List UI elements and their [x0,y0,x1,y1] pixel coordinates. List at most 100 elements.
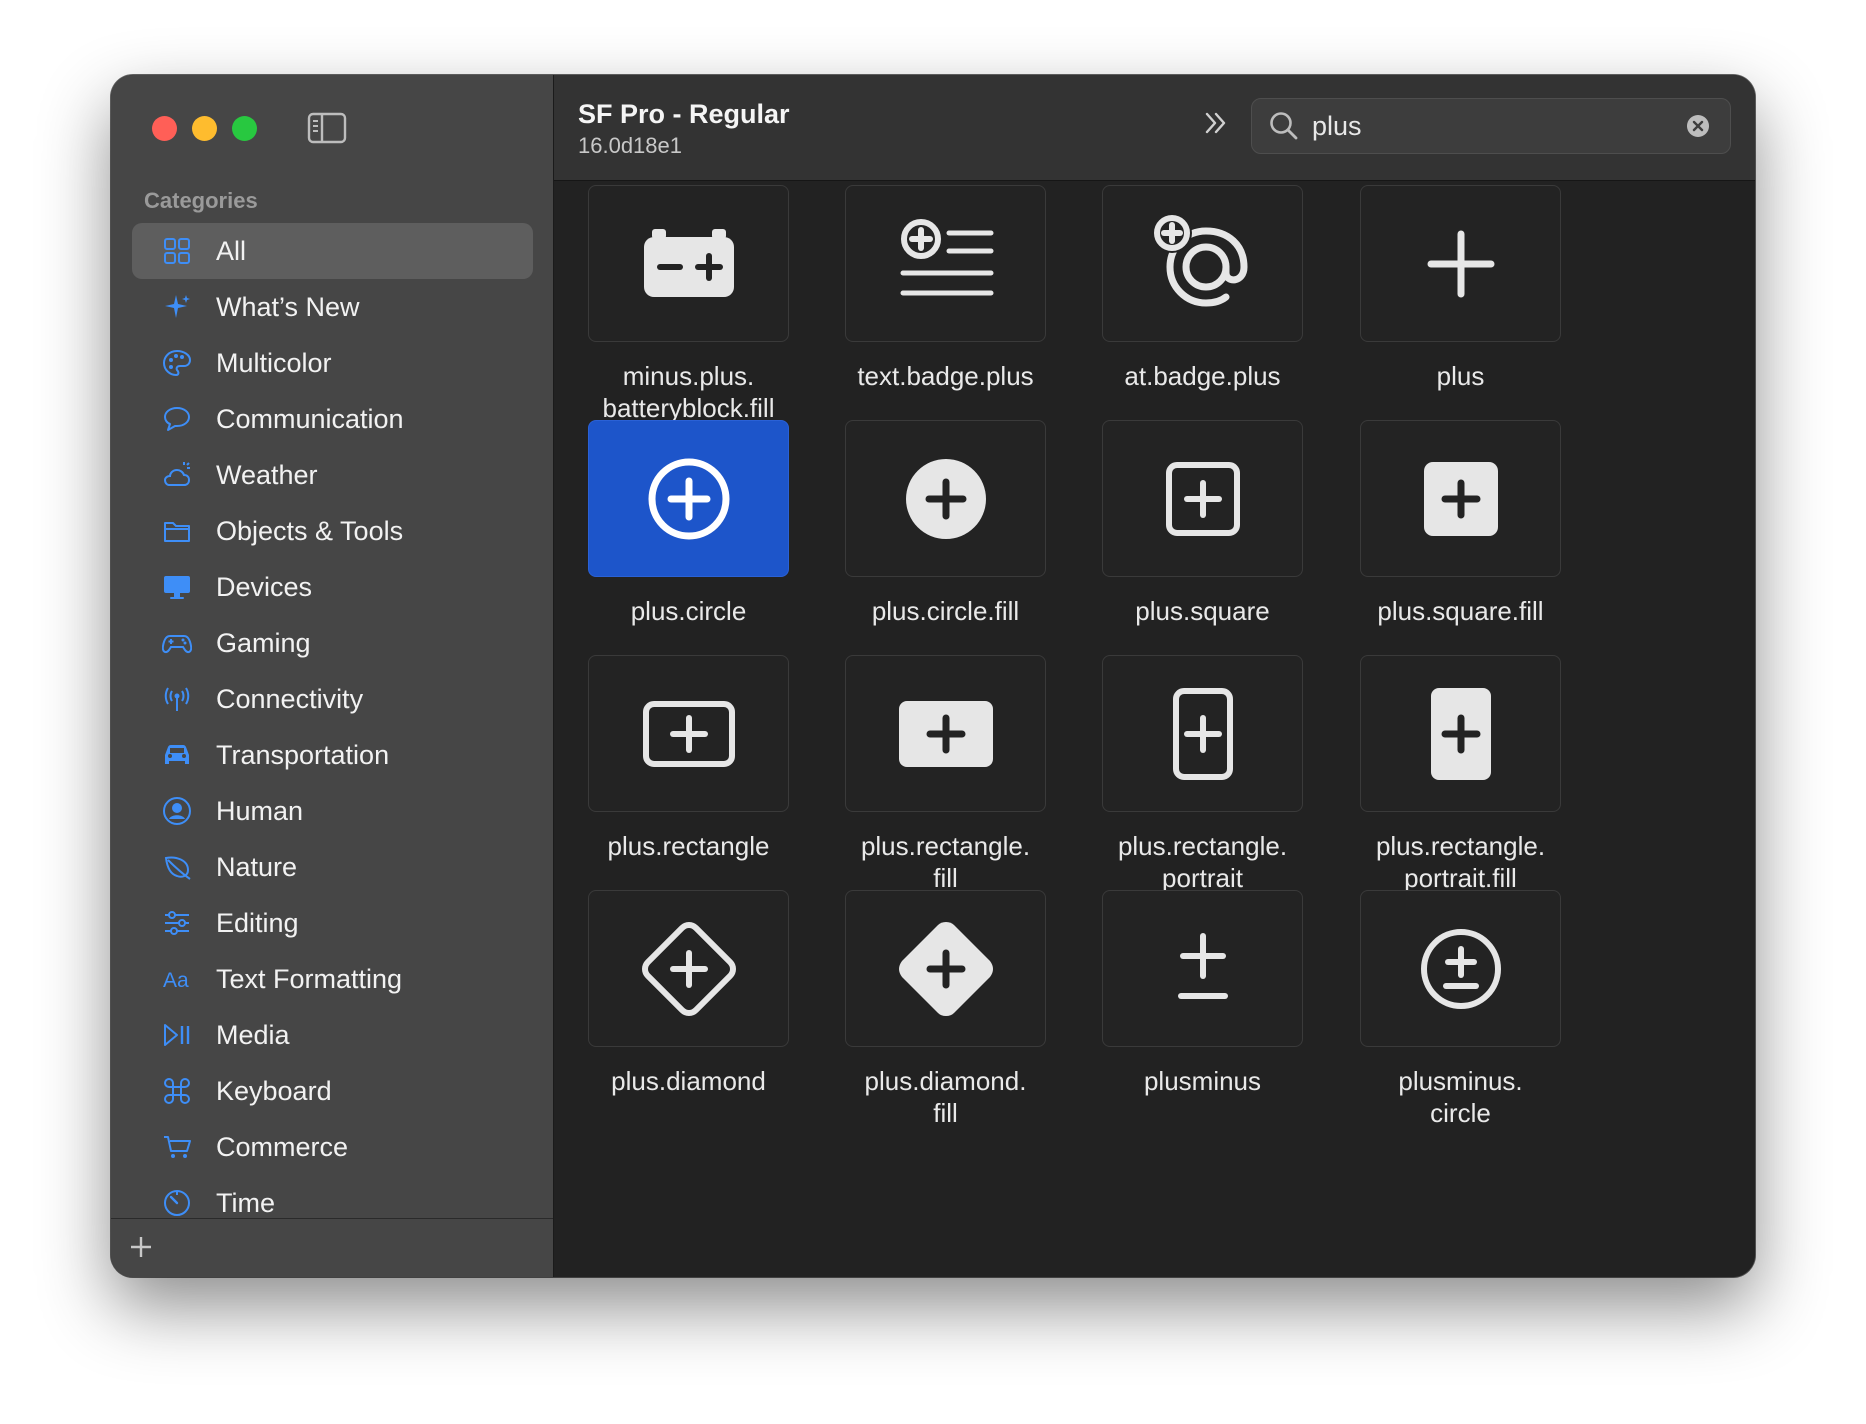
symbol-tile[interactable] [1102,185,1303,342]
cloud-sun-icon [162,460,192,490]
search-input[interactable] [1312,109,1672,143]
symbol-tile[interactable] [588,655,789,812]
sidebar-item-human[interactable]: Human [132,783,533,839]
sidebar-item-multicolor[interactable]: Multicolor [132,335,533,391]
clear-search-icon[interactable] [1686,114,1710,138]
sidebar-item-label: Communication [216,403,404,434]
symbol-tile[interactable] [1360,655,1561,812]
symbol-cell[interactable]: text.badge.plus [845,185,1046,392]
grid-icon [162,236,192,266]
plus-square-icon [1165,461,1240,536]
symbol-cell[interactable]: plus.rectangle. portrait.fill [1360,655,1561,894]
symbol-cell[interactable]: plus.diamond. fill [845,890,1046,1129]
chevron-double-right-icon[interactable] [1201,108,1231,138]
symbol-name: plus.rectangle. portrait [1117,831,1288,893]
symbol-tile[interactable] [1102,420,1303,577]
car-icon [162,740,192,770]
sparkle-icon [162,292,192,322]
sidebar-item-communication[interactable]: Communication [132,391,533,447]
plusminus-icon [1177,932,1228,999]
sidebar-item-commerce[interactable]: Commerce [132,1119,533,1175]
sidebar-footer [111,1218,553,1277]
symbol-tile[interactable] [845,655,1046,812]
sidebar-item-all[interactable]: All [132,223,533,279]
symbol-cell[interactable]: plus.square [1102,420,1303,627]
symbol-tile[interactable] [1360,420,1561,577]
timer-icon [162,1188,192,1218]
symbol-tile[interactable] [588,185,789,342]
search-icon [1270,112,1298,140]
symbol-name: minus.plus. batteryblock.fill [602,361,775,423]
sidebar-item-connectivity[interactable]: Connectivity [132,671,533,727]
sidebar-item-editing[interactable]: Editing [132,895,533,951]
sidebar-item-objects-tools[interactable]: Objects & Tools [132,503,533,559]
symbol-tile[interactable] [588,420,789,577]
symbol-tile[interactable] [588,890,789,1047]
symbol-tile[interactable] [845,420,1046,577]
symbol-cell[interactable]: plusminus [1102,890,1303,1097]
sidebar-item-label: Devices [216,571,313,602]
symbol-name: at.badge.plus [1124,361,1281,391]
sidebar-item-label: Objects & Tools [216,515,404,546]
symbol-cell[interactable]: plus [1360,185,1561,392]
sidebar-item-label: What’s New [216,291,360,322]
symbol-name: plus.rectangle [607,831,770,861]
symbol-name: plus.diamond. fill [864,1066,1027,1128]
add-collection-icon[interactable] [127,1233,155,1261]
sidebar-item-transportation[interactable]: Transportation [132,727,533,783]
symbol-name: plus.square.fill [1377,596,1544,626]
sidebar-item-devices[interactable]: Devices [132,559,533,615]
sidebar-item-keyboard[interactable]: Keyboard [132,1063,533,1119]
sidebar-item-label: Transportation [216,739,390,770]
sidebar-item-what-s-new[interactable]: What’s New [132,279,533,335]
symbol-tile[interactable] [1360,185,1561,342]
plusminus-circle-icon [1420,928,1501,1009]
zoom-window-button[interactable] [232,116,257,141]
categories-header: Categories [144,188,258,213]
symbol-cell[interactable]: plus.rectangle. fill [845,655,1046,894]
antenna-icon [162,684,192,714]
play-pause-icon [162,1020,192,1050]
symbol-name: plus.rectangle. fill [860,831,1031,893]
folder-icon [162,516,192,546]
plus-circle-icon [648,458,729,539]
plus-diamond-icon [641,921,736,1016]
minimize-window-button[interactable] [192,116,217,141]
text-badge-plus-icon [900,218,993,295]
gamecontroller-icon [162,628,192,658]
symbol-name: plusminus [1143,1066,1262,1096]
sidebar-item-nature[interactable]: Nature [132,839,533,895]
plus-diamond-fill-icon [898,921,993,1016]
sidebar-item-weather[interactable]: Weather [132,447,533,503]
symbol-name: plus [1436,361,1485,391]
symbol-cell[interactable]: plus.diamond [588,890,789,1097]
sidebar-item-label: Media [216,1019,290,1050]
symbol-cell[interactable]: plus.circle [588,420,789,627]
symbol-tile[interactable] [1102,655,1303,812]
symbol-tile[interactable] [845,185,1046,342]
symbol-cell[interactable]: plus.square.fill [1360,420,1561,627]
symbol-cell[interactable]: at.badge.plus [1102,185,1303,392]
symbol-tile[interactable] [1102,890,1303,1047]
symbol-cell[interactable]: plus.circle.fill [845,420,1046,627]
sidebar-toggle-icon[interactable] [307,111,347,145]
cart-icon [162,1132,192,1162]
symbol-tile[interactable] [1360,890,1561,1047]
sidebar-item-gaming[interactable]: Gaming [132,615,533,671]
sidebar-item-text-formatting[interactable]: Aa Text Formatting [132,951,533,1007]
symbol-cell[interactable]: plusminus. circle [1360,890,1561,1129]
symbol-tile[interactable] [845,890,1046,1047]
sidebar-item-media[interactable]: Media [132,1007,533,1063]
symbol-cell[interactable]: plus.rectangle. portrait [1102,655,1303,894]
minus-plus-batteryblock-fill-icon [643,228,734,297]
sidebar-item-label: Gaming [216,627,311,658]
plus-rectangle-portrait-icon [1172,687,1233,780]
symbol-cell[interactable]: plus.rectangle [588,655,789,862]
main-content: SF Pro - Regular 16.0d18e1 minus.plus. [554,75,1755,1277]
symbol-cell[interactable]: minus.plus. batteryblock.fill [588,185,789,424]
close-window-button[interactable] [152,116,177,141]
palette-icon [162,348,192,378]
toolbar: SF Pro - Regular 16.0d18e1 [554,75,1755,181]
sidebar-item-label: Multicolor [216,347,332,378]
symbol-name: plus.rectangle. portrait.fill [1375,831,1546,893]
